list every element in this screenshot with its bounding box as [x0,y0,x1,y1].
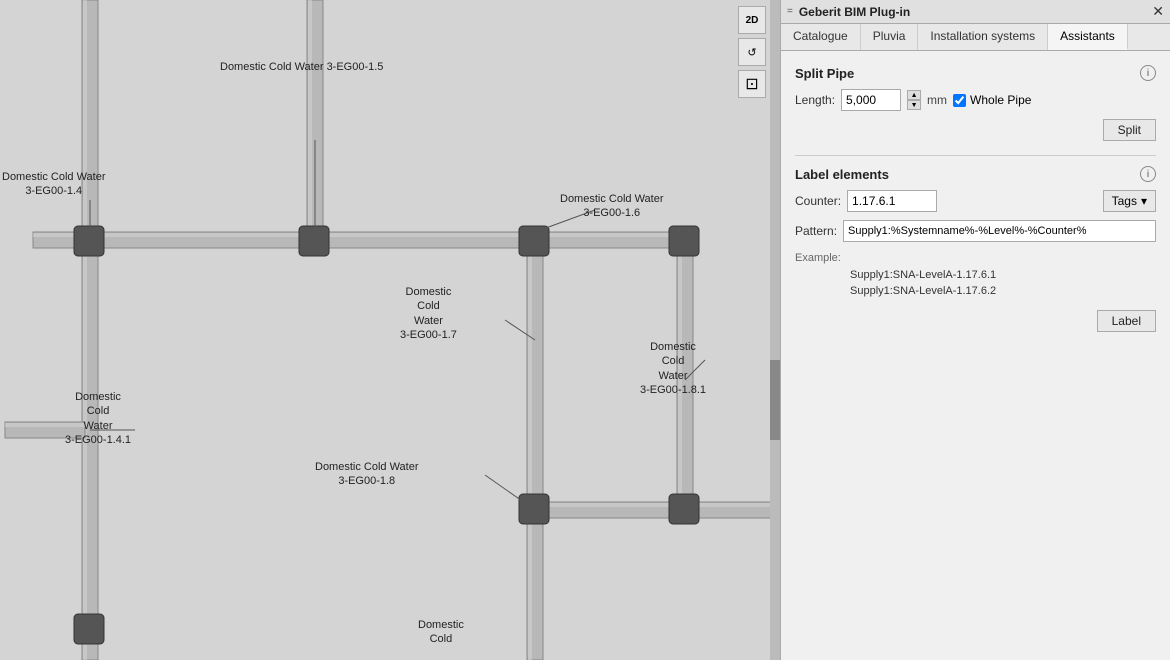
length-label: Length: [795,93,835,107]
title-bar: = Geberit BIM Plug-in ✕ [781,0,1170,24]
label-elements-title: Label elements [795,167,889,182]
zoom-2d-button[interactable]: 2D [738,6,766,34]
example-container: Example: Supply1:SNA-LevelA-1.17.6.1 Sup… [795,250,1156,300]
example-label: Example: [795,252,841,264]
tab-catalogue[interactable]: Catalogue [781,24,861,50]
split-button[interactable]: Split [1103,119,1156,141]
pattern-row: Pattern: [795,220,1156,242]
pipe-diagram-svg [0,0,780,660]
example-lines: Supply1:SNA-LevelA-1.17.6.1 Supply1:SNA-… [850,267,1156,300]
tags-button[interactable]: Tags ▾ [1103,190,1156,212]
label-elements-header: Label elements i [795,166,1156,182]
spinner-down[interactable]: ▼ [907,100,921,110]
length-input[interactable] [841,89,901,111]
tabs-container: Catalogue Pluvia Installation systems As… [781,24,1170,51]
counter-label: Counter: [795,194,841,208]
tab-assistants[interactable]: Assistants [1048,24,1128,50]
cad-toolbar: 2D ↺ ⊡ [738,6,766,98]
close-button[interactable]: ✕ [1152,3,1164,20]
split-btn-row: Split [795,119,1156,141]
tab-pluvia[interactable]: Pluvia [861,24,919,50]
length-row: Length: ▲ ▼ mm Whole Pipe [795,89,1156,111]
split-pipe-header: Split Pipe i [795,65,1156,81]
spinner-up[interactable]: ▲ [907,90,921,100]
panel-content: Split Pipe i Length: ▲ ▼ mm Whole Pipe S… [781,51,1170,660]
pattern-input[interactable] [843,220,1156,242]
cad-scrollbar[interactable] [770,0,780,660]
unit-label: mm [927,93,947,107]
length-spinner[interactable]: ▲ ▼ [907,90,921,110]
counter-row: Counter: Tags ▾ [795,190,1156,212]
rotate-button[interactable]: ↺ [738,38,766,66]
panel-title: Geberit BIM Plug-in [799,5,1152,19]
split-pipe-title: Split Pipe [795,66,854,81]
label-button[interactable]: Label [1097,310,1156,332]
example-line-2: Supply1:SNA-LevelA-1.17.6.2 [850,283,1156,300]
cad-drawing-area[interactable]: Domestic Cold Water 3-EG00-1.5 Domestic … [0,0,780,660]
example-line-1: Supply1:SNA-LevelA-1.17.6.1 [850,267,1156,284]
whole-pipe-row: Whole Pipe [953,93,1031,107]
pin-button[interactable]: = [787,6,793,17]
whole-pipe-checkbox[interactable] [953,94,966,107]
split-pipe-info-icon[interactable]: i [1140,65,1156,81]
right-panel: = Geberit BIM Plug-in ✕ Catalogue Pluvia… [780,0,1170,660]
tags-chevron-icon: ▾ [1141,194,1147,208]
whole-pipe-label: Whole Pipe [970,93,1031,107]
label-btn-row: Label [795,310,1156,332]
tags-label: Tags [1112,194,1137,208]
tab-installation-systems[interactable]: Installation systems [918,24,1048,50]
section-separator [795,155,1156,156]
pattern-label: Pattern: [795,224,837,238]
fit-view-button[interactable]: ⊡ [738,70,766,98]
scroll-thumb[interactable] [770,360,780,440]
counter-input[interactable] [847,190,937,212]
label-elements-info-icon[interactable]: i [1140,166,1156,182]
